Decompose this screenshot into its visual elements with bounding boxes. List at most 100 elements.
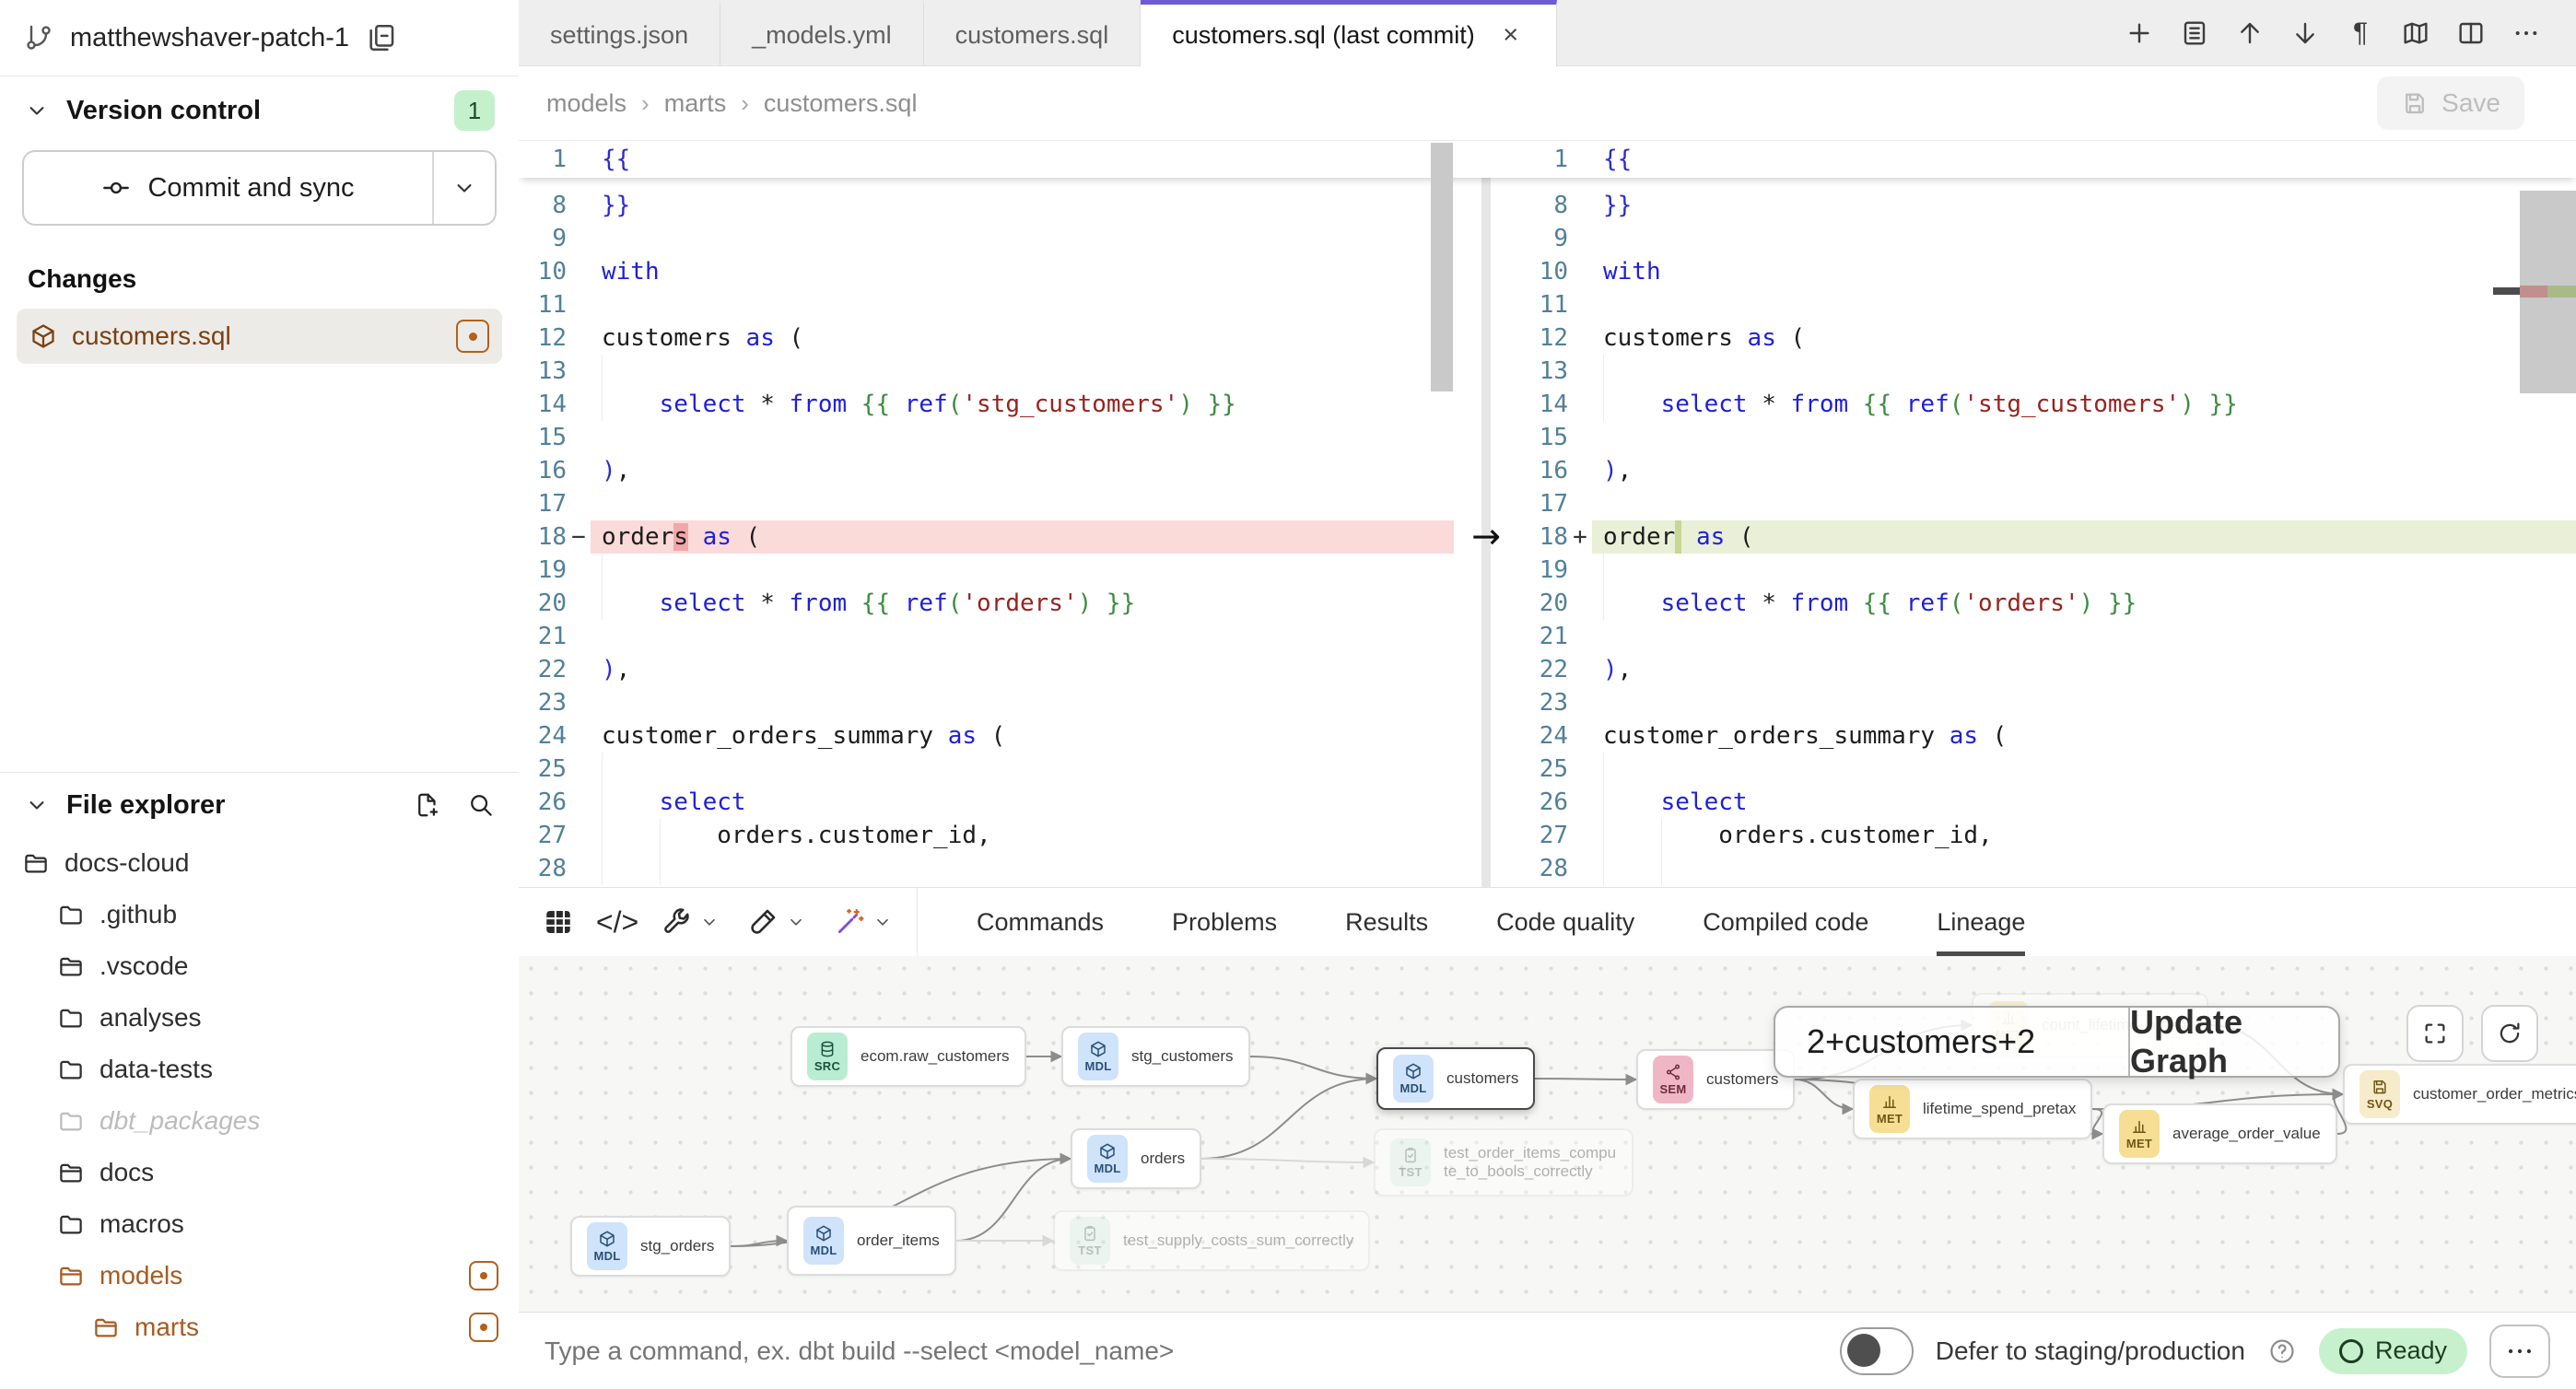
fullscreen-icon [2421,1020,2449,1047]
format-paint-tool[interactable] [747,906,806,938]
lineage-node-average_order_value[interactable]: METaverage_order_value [2102,1103,2337,1164]
commit-options-chevron[interactable] [432,152,495,224]
tab-settings.json[interactable]: settings.json [519,0,720,65]
defer-toggle[interactable] [1840,1327,1914,1375]
command-input[interactable]: Type a command, ex. dbt build --select <… [544,1336,1174,1366]
code-line-21: 21 [1520,620,2576,653]
breadcrumb-item[interactable]: marts [664,89,727,118]
tree-item-.github[interactable]: .github [0,889,519,940]
lineage-node-order_items[interactable]: MDLorder_items [787,1206,956,1276]
tree-item-analyses[interactable]: analyses [0,992,519,1044]
cube-icon: MDL [587,1222,627,1270]
ready-ring-icon [2339,1339,2363,1363]
metric-icon [1880,1092,1899,1111]
chevron-down-icon [24,98,50,123]
version-control-header[interactable]: Version control 1 [0,76,519,145]
new-file-icon[interactable] [414,791,441,819]
folder-icon [57,1210,85,1238]
duplicate-file-icon[interactable] [366,22,397,53]
tab-customers.sql-last-commit-[interactable]: customers.sql (last commit)× [1141,0,1557,66]
lineage-node-lifetime_spend_pretax[interactable]: METlifetime_spend_pretax [1853,1079,2092,1139]
lineage-node-test_order_items_compute_to_bools_correctly[interactable]: TSTtest_order_items_compute_to_bools_cor… [1374,1128,1633,1196]
wrench-icon [661,906,692,938]
search-icon[interactable] [467,791,495,819]
close-tab-icon[interactable]: × [1497,22,1525,50]
defer-label: Defer to staging/production [1936,1336,2245,1366]
refresh-graph-button[interactable] [2481,1005,2538,1062]
overview-insertion-mark [2547,286,2576,298]
arrow-down-icon[interactable] [2290,18,2320,48]
commit-and-sync-button[interactable]: Commit and sync [22,150,497,226]
bottom-panel-toolbar: </> Commands Problems Results Code quality C… [519,887,2576,956]
code-line-18: 18+order as ( [1520,520,2576,554]
file-explorer: File explorer docs-cloud.github.vscodean… [0,772,519,1389]
tree-item-label: dbt_packages [100,1106,260,1136]
tree-item-docs[interactable]: docs [0,1147,519,1198]
tree-item-marts[interactable]: marts [0,1301,519,1353]
arrow-up-icon[interactable] [2235,18,2265,48]
revert-change-button[interactable]: → [1464,517,1508,555]
lineage-node-customer_order_metrics[interactable]: SVQcustomer_order_metrics [2343,1064,2576,1125]
panel-tab-results[interactable]: Results [1345,888,1428,956]
panel-tab-problems[interactable]: Problems [1172,888,1277,956]
lineage-selector-input[interactable]: 2+customers+2 [1775,1008,2128,1076]
editor-scrollbar-thumb[interactable] [1431,143,1453,391]
save-icon [2401,89,2429,117]
save-button[interactable]: Save [2377,76,2524,130]
cube-icon: MDL [1393,1055,1434,1103]
panel-tab-compiled-code[interactable]: Compiled code [1703,888,1868,956]
wrench-tool[interactable] [661,906,720,938]
lineage-node-stg_customers[interactable]: MDLstg_customers [1061,1026,1250,1087]
folder-open-icon [92,1313,120,1341]
lineage-node-customers[interactable]: MDLcustomers [1376,1047,1535,1110]
fullscreen-button[interactable] [2406,1005,2464,1062]
tree-item-.vscode[interactable]: .vscode [0,940,519,992]
code-line-23: 23 [1520,686,2576,719]
git-branch-icon [24,23,53,53]
split-editor-icon[interactable] [2456,18,2486,48]
panel-tab-commands[interactable]: Commands [977,888,1104,956]
code-line-10: 10with [1520,255,2576,288]
branch-name[interactable]: matthewshaver-patch-1 [70,23,349,53]
lineage-node-ecom.raw_customers[interactable]: SRCecom.raw_customers [790,1026,1026,1087]
lineage-node-test_supply_costs_sum_correctly[interactable]: TSTtest_supply_costs_sum_correctly [1053,1210,1370,1271]
code-tool[interactable]: </> [602,906,633,938]
folder-icon [57,1004,85,1032]
tab-customers.sql[interactable]: customers.sql [924,0,1142,65]
tree-item-models[interactable]: models [0,1250,519,1301]
tree-item-data-tests[interactable]: data-tests [0,1044,519,1095]
more-options-button[interactable] [2489,1325,2550,1378]
semantic-icon: SEM [1653,1056,1693,1103]
breadcrumb-item[interactable]: customers.sql [764,89,918,118]
breadcrumb-item[interactable]: models [546,89,626,118]
outline-icon[interactable] [2180,18,2209,48]
code-line-22: 22), [519,653,1454,686]
preview-grid-tool[interactable] [543,906,574,938]
tree-item-label: models [100,1261,182,1290]
lineage-node-customers[interactable]: SEMcustomers [1636,1049,1795,1110]
panel-tab-label: Compiled code [1703,908,1868,937]
magic-wand-tool[interactable] [834,906,893,938]
diff-pane-modified[interactable]: 8}}910with1112customers as (1314 select … [1520,141,2576,887]
tree-item-docs-cloud[interactable]: docs-cloud [0,837,519,889]
tree-item-macros[interactable]: macros [0,1198,519,1250]
panel-tab-code-quality[interactable]: Code quality [1496,888,1634,956]
diff-pane-original[interactable]: 8}}910with1112customers as (1314 select … [519,141,1454,887]
lineage-node-stg_orders[interactable]: MDLstg_orders [570,1216,731,1277]
node-label: order_items [857,1231,940,1250]
lineage-node-orders[interactable]: MDLorders [1071,1128,1201,1189]
plus-icon[interactable] [2125,18,2154,48]
tree-item-dbt_packages[interactable]: dbt_packages [0,1095,519,1147]
code-line-15: 15 [1520,421,2576,454]
diff-editor[interactable]: 8}}910with1112customers as (1314 select … [519,141,2576,887]
code-line-14: 14 select * from {{ ref('stg_customers')… [1520,388,2576,421]
changed-file-row[interactable]: customers.sql [17,309,502,364]
update-graph-button[interactable]: Update Graph [2128,1008,2338,1076]
pilcrow-icon[interactable]: ¶ [2346,18,2375,48]
tab--models.yml[interactable]: _models.yml [720,0,924,65]
panel-tab-lineage[interactable]: Lineage [1937,888,2025,956]
more-icon[interactable] [2512,18,2541,48]
help-icon[interactable] [2267,1336,2297,1366]
lineage-graph[interactable]: 2+customers+2 Update Graph SRCecom.raw_c… [519,956,2576,1312]
map-icon[interactable] [2401,18,2430,48]
